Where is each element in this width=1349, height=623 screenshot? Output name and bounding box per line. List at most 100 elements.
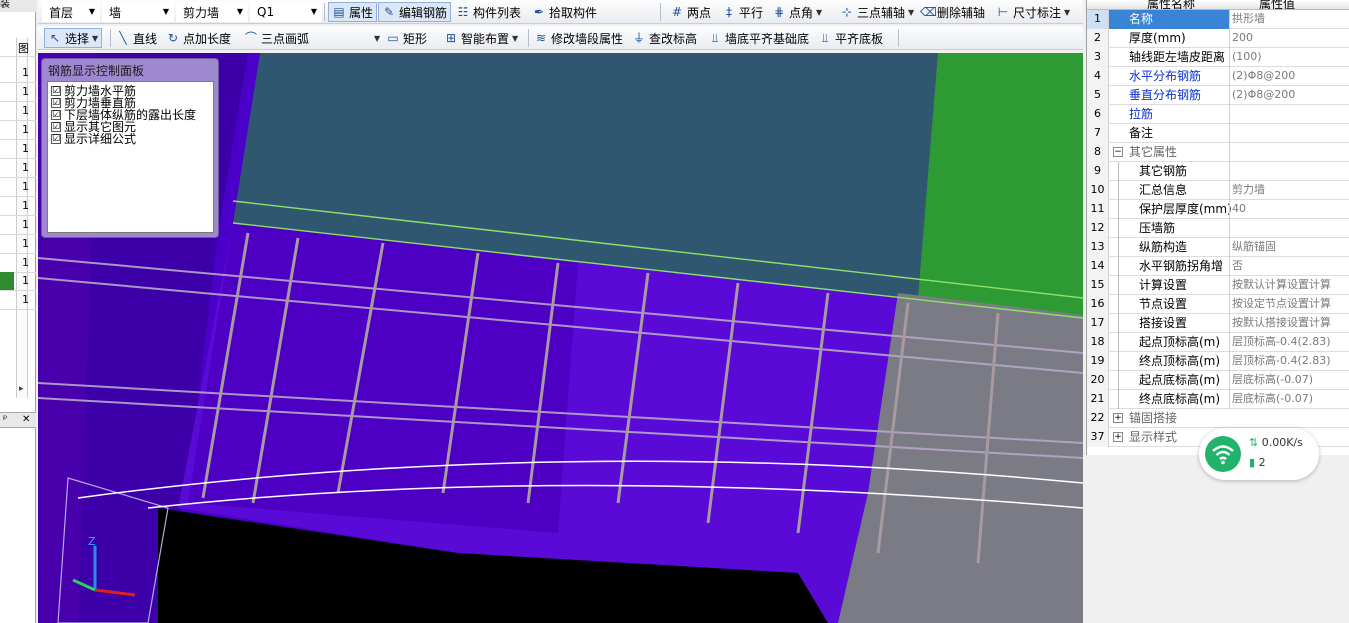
network-speed: ⇅ 0.00K/s — [1249, 436, 1303, 449]
left-row[interactable]: 1 — [0, 83, 36, 102]
checkbox-detailed-formula[interactable]: ☑ 显示详细公式 — [48, 133, 213, 145]
component-list-button[interactable]: ☷ 构件列表 — [456, 2, 521, 22]
type-select[interactable]: 墙 ▼ — [102, 2, 174, 22]
checkbox-icon[interactable]: ☑ — [51, 110, 61, 120]
point-angle-button[interactable]: ⋕ 点角 ▼ — [772, 2, 822, 22]
property-row[interactable]: 19 终点顶标高(m) 层顶标高-0.4(2.83) — [1087, 352, 1349, 371]
property-row[interactable]: 12 压墙筋 — [1087, 219, 1349, 238]
left-row[interactable]: 1 — [0, 140, 36, 159]
component-select[interactable]: Q1 ▼ — [250, 2, 322, 22]
aux-axis-icon: ⊹ — [841, 5, 853, 19]
align-slab-button[interactable]: ⫫ 平齐底板 — [818, 28, 883, 48]
left-row[interactable]: 1 — [0, 121, 36, 140]
property-row[interactable]: 10 汇总信息 剪力墙 — [1087, 181, 1349, 200]
collapse-icon[interactable]: − — [1113, 147, 1123, 157]
close-icon[interactable]: ✕ — [22, 414, 30, 425]
check-elevation-button[interactable]: ⏚ 查改标高 — [632, 28, 697, 48]
checkbox-icon[interactable]: ☑ — [51, 98, 61, 108]
property-row[interactable]: 14 水平钢筋拐角增否 — [1087, 257, 1349, 276]
dimension-icon: ⊢ — [997, 5, 1009, 19]
smart-layout-button[interactable]: ⊞ 智能布置 ▼ — [444, 28, 518, 48]
network-speed-widget[interactable]: ⇅ 0.00K/s ▮ 2 — [1199, 428, 1319, 480]
left-row[interactable]: 1 — [0, 102, 36, 121]
smart-layout-icon: ⊞ — [445, 31, 457, 45]
left-row[interactable]: 1 — [0, 178, 36, 197]
delete-aux-button[interactable]: ⌫ 删除辅轴 — [920, 2, 985, 22]
point-length-button[interactable]: ↻ 点加长度 — [166, 28, 231, 48]
property-icon: ▤ — [333, 5, 345, 19]
expand-icon[interactable]: + — [1113, 413, 1123, 423]
left-row[interactable]: 1 — [0, 216, 36, 235]
parallel-axis-button[interactable]: ‡ 平行 — [722, 2, 763, 22]
align-foundation-button[interactable]: ⫫ 墙底平齐基础底 — [708, 28, 809, 48]
toolbar-draw: ↖ 选择 ▼ ╲ 直线 ↻ 点加长度 ⌒ 三点画弧 ▼ ▭ 矩形 ⊞ 智能布置 ▼ ≋ 修改墙段属… — [38, 26, 1083, 50]
property-row[interactable]: 21 终点底标高(m) 层底标高(-0.07) — [1087, 390, 1349, 409]
three-point-arc-button[interactable]: ⌒ 三点画弧 — [244, 28, 309, 48]
two-point-axis-button[interactable]: # 两点 — [670, 2, 711, 22]
property-row[interactable]: 20 起点底标高(m) 层底标高(-0.07) — [1087, 371, 1349, 390]
property-row[interactable]: 18 起点顶标高(m) 层顶标高-0.4(2.83) — [1087, 333, 1349, 352]
subtype-select[interactable]: 剪力墙 ▼ — [176, 2, 248, 22]
pick-component-button[interactable]: ✒ 拾取构件 — [532, 2, 597, 22]
property-row[interactable]: 5 垂直分布钢筋 (2)Φ8@200 — [1087, 86, 1349, 105]
three-point-aux-button[interactable]: ⊹ 三点辅轴 ▼ — [840, 2, 914, 22]
rectangle-button[interactable]: ▭ 矩形 — [386, 28, 427, 48]
property-group-other[interactable]: 8− 其它属性 — [1087, 143, 1349, 162]
left-row[interactable]: 1 — [0, 235, 36, 254]
property-button[interactable]: ▤ 属性 — [328, 2, 378, 22]
checkbox-icon[interactable]: ☑ — [51, 122, 61, 132]
left-row[interactable]: 1 — [0, 197, 36, 216]
rectangle-icon: ▭ — [387, 31, 399, 45]
elevation-icon: ⏚ — [632, 31, 645, 45]
left-row[interactable]: 1 — [0, 159, 36, 178]
point-length-icon: ↻ — [167, 31, 179, 45]
property-row[interactable]: 17 搭接设置 按默认搭接设置计算 — [1087, 314, 1349, 333]
green-block — [918, 53, 1083, 318]
property-row-name[interactable]: 1 名称 拱形墙 — [1087, 10, 1349, 29]
dimension-button[interactable]: ⊢ 尺寸标注 ▼ — [996, 2, 1070, 22]
axis-z-label: Z — [88, 535, 96, 548]
property-row[interactable]: 3 轴线距左墙皮距离 (100) — [1087, 48, 1349, 67]
checkbox-icon[interactable]: ☑ — [51, 86, 61, 96]
scroll-right-icon[interactable]: ▸ — [19, 384, 24, 394]
pin-icon[interactable]: ᵖ — [3, 414, 7, 425]
left-row[interactable]: 1 — [0, 254, 36, 273]
left-row[interactable]: 1 — [0, 291, 36, 310]
select-button[interactable]: ↖ 选择 ▼ — [44, 28, 103, 48]
property-row[interactable]: 16 节点设置 按设定节点设置计算 — [1087, 295, 1349, 314]
align-bottom-icon: ⫫ — [711, 31, 719, 45]
wifi-icon — [1205, 436, 1241, 472]
left-row[interactable]: 1 — [0, 272, 36, 291]
left-row[interactable]: 1 — [0, 64, 36, 83]
property-row[interactable]: 4 水平分布钢筋 (2)Φ8@200 — [1087, 67, 1349, 86]
chevron-down-icon: ▼ — [512, 33, 519, 43]
line-button[interactable]: ╲ 直线 — [116, 28, 157, 48]
toolbar-separator — [660, 3, 661, 21]
property-row[interactable]: 11 保护层厚度(mm) 40 — [1087, 200, 1349, 219]
property-row[interactable]: 13 纵筋构造 纵筋锚固 — [1087, 238, 1349, 257]
cursor-icon: ↖ — [49, 31, 61, 45]
left-panel-tab[interactable]: 装 — [0, 0, 36, 12]
property-row[interactable]: 15 计算设置 按默认计算设置计算 — [1087, 276, 1349, 295]
property-group-anchor[interactable]: 22 + 锚固搭接 — [1087, 409, 1349, 428]
eyedropper-icon: ✒ — [533, 5, 545, 19]
floor-select[interactable]: 首层 ▼ — [42, 2, 100, 22]
chevron-down-icon: ▼ — [236, 7, 243, 16]
property-grid: 属性名称 属性值 1 名称 拱形墙 2 厚度(mm) 200 3 轴线距左墙皮距离 (100… — [1086, 0, 1349, 455]
modify-segment-button[interactable]: ≋ 修改墙段属性 — [534, 28, 623, 48]
delete-aux-icon: ⌫ — [920, 5, 937, 19]
checkbox-icon[interactable]: ☑ — [51, 134, 61, 144]
property-row[interactable]: 2 厚度(mm) 200 — [1087, 29, 1349, 48]
arc-icon: ⌒ — [244, 31, 257, 45]
chevron-down-icon: ▼ — [1064, 7, 1071, 17]
property-row[interactable]: 6 拉筋 — [1087, 105, 1349, 124]
parallel-icon: ‡ — [726, 5, 732, 19]
chevron-down-icon: ▼ — [162, 7, 169, 16]
property-row[interactable]: 7 备注 — [1087, 124, 1349, 143]
align-slab-icon: ⫫ — [821, 31, 829, 45]
expand-icon[interactable]: + — [1113, 432, 1123, 442]
edit-rebar-button[interactable]: ✎ 编辑钢筋 — [378, 2, 452, 22]
property-row[interactable]: 9 其它钢筋 — [1087, 162, 1349, 181]
chevron-down-icon[interactable]: ▼ — [374, 34, 380, 43]
list-icon: ☷ — [457, 5, 469, 19]
